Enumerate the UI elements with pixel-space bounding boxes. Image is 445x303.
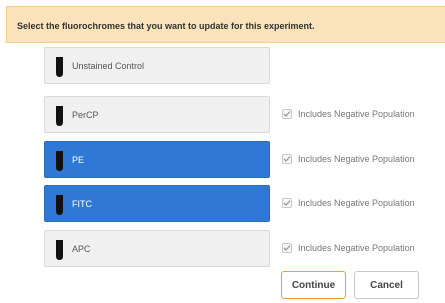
test-tube-icon [56,151,63,171]
checkmark-icon [283,200,291,206]
tube-card-apc[interactable]: APC [44,230,270,267]
tube-card-unstained-control[interactable]: Unstained Control [44,47,270,84]
negative-population-checkbox[interactable] [282,198,292,208]
test-tube-icon [56,57,63,77]
negative-population-label: Includes Negative Population [298,243,415,253]
checkmark-icon [283,156,291,162]
test-tube-icon [56,106,63,126]
tube-label: Unstained Control [72,61,145,71]
cancel-button[interactable]: Cancel [354,271,419,299]
negative-population-label: Includes Negative Population [298,154,415,164]
negative-population-label: Includes Negative Population [298,198,415,208]
checkmark-icon [283,245,291,251]
negative-population-checkbox[interactable] [282,243,292,253]
negative-population-option-apc[interactable]: Includes Negative Population [282,243,415,253]
instruction-text: Select the fluorochromes that you want t… [17,21,315,31]
negative-population-option-fitc[interactable]: Includes Negative Population [282,198,415,208]
test-tube-icon [56,195,63,215]
negative-population-option-pe[interactable]: Includes Negative Population [282,154,415,164]
tube-card-percp[interactable]: PerCP [44,96,270,133]
negative-population-label: Includes Negative Population [298,109,415,119]
tube-label: FITC [72,199,92,209]
negative-population-checkbox[interactable] [282,109,292,119]
negative-population-option-percp[interactable]: Includes Negative Population [282,109,415,119]
checkmark-icon [283,111,291,117]
tube-card-fitc[interactable]: FITC [44,185,270,222]
tube-card-pe[interactable]: PE [44,141,270,178]
continue-button[interactable]: Continue [281,271,346,299]
instruction-banner: Select the fluorochromes that you want t… [6,6,445,43]
negative-population-checkbox[interactable] [282,154,292,164]
tube-label: APC [72,244,91,254]
test-tube-icon [56,240,63,260]
tube-label: PerCP [72,110,99,120]
tube-label: PE [72,155,85,165]
